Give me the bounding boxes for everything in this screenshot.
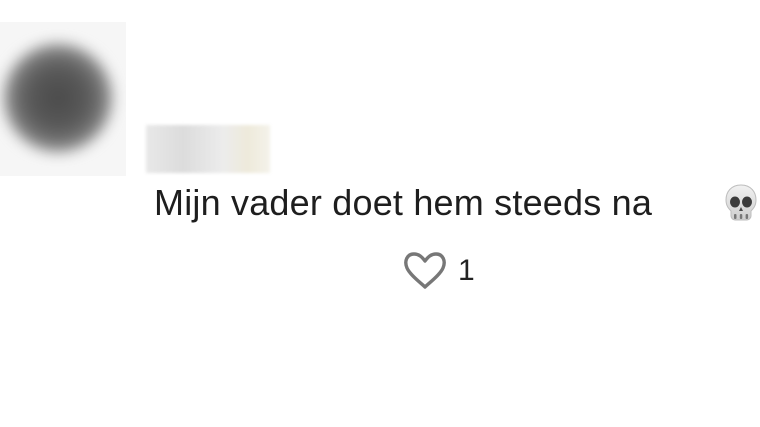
heart-outline-icon	[404, 252, 446, 289]
avatar[interactable]	[4, 44, 112, 152]
like-count: 1	[458, 254, 475, 287]
avatar-container[interactable]	[0, 22, 126, 176]
skull-icon	[725, 184, 757, 221]
username-redacted[interactable]	[146, 125, 270, 173]
comment-text: Mijn vader doet hem steeds na	[154, 182, 653, 223]
comment-item: Mijn vader doet hem steeds na 1	[0, 0, 760, 427]
like-button[interactable]	[401, 248, 449, 292]
